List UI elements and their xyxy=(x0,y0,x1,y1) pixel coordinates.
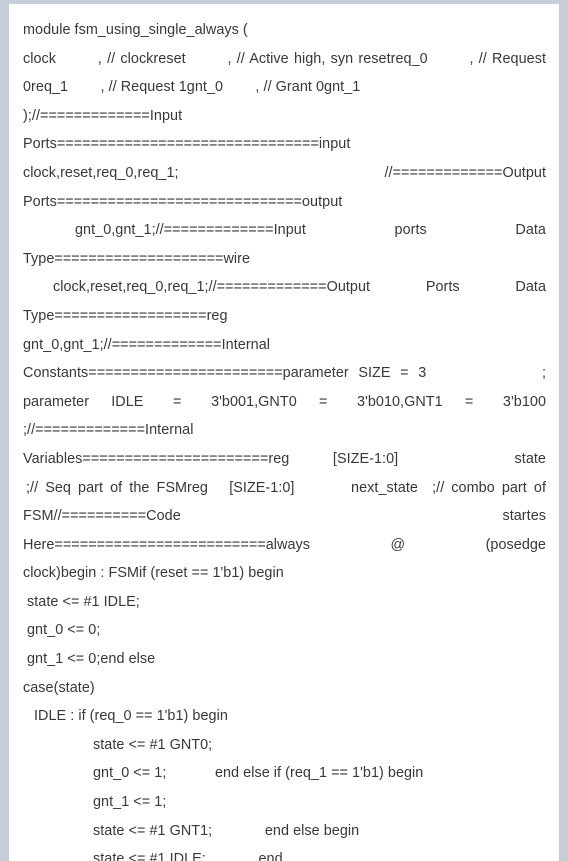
code-line: clock,reset,req_0,req_1;//=============O… xyxy=(53,279,546,296)
code-line: Constants=======================paramete… xyxy=(23,365,546,382)
code-line: gnt_0,gnt_1;//=============Input ports D… xyxy=(75,222,546,239)
code-line: parameter IDLE = 3'b001,GNT0 = 3'b010,GN… xyxy=(23,393,546,410)
code-line: state <= #1 GNT0; xyxy=(93,736,213,753)
code-line: clock , // clockreset , // Active high, … xyxy=(23,50,546,67)
document-page: module fsm_using_single_always ( clock , … xyxy=(9,4,559,861)
code-line: state <= #1 IDLE; xyxy=(27,593,140,610)
code-line: clock,reset,req_0,req_1; //=============… xyxy=(23,164,546,181)
code-line: ;//=============Internal xyxy=(23,422,194,439)
code-line: Variables======================reg [SIZE… xyxy=(23,450,546,467)
code-line: gnt_0,gnt_1;//=============Internal xyxy=(23,336,271,353)
code-line: gnt_0 <= 1; end else if (req_1 == 1'b1) … xyxy=(93,765,424,782)
code-line: Type====================wire xyxy=(23,250,251,267)
document-viewer-frame: module fsm_using_single_always ( clock , … xyxy=(0,0,568,861)
code-line: gnt_1 <= 1; xyxy=(93,794,167,811)
code-line: FSM//==========Code startes xyxy=(23,508,546,525)
code-line: Ports===============================inpu… xyxy=(23,136,351,153)
code-line: module fsm_using_single_always ( xyxy=(23,22,248,38)
code-line: state <= #1 IDLE; end xyxy=(93,851,283,861)
code-line: case(state) xyxy=(23,679,95,696)
code-line: Ports=============================output xyxy=(23,193,343,210)
code-line: 0req_1 , // Request 1gnt_0 , // Grant 0g… xyxy=(23,79,361,96)
code-line: ;// Seq part of the FSMreg [SIZE-1:0] ne… xyxy=(26,479,546,496)
code-line: gnt_0 <= 0; xyxy=(27,622,101,639)
code-line: clock)begin : FSMif (reset == 1'b1) begi… xyxy=(23,565,284,582)
code-line: gnt_1 <= 0;end else xyxy=(27,651,156,668)
verilog-code-listing[interactable]: module fsm_using_single_always ( clock , … xyxy=(23,16,546,861)
code-line: );//=============Input xyxy=(23,107,183,124)
code-line: Here=========================always @ (p… xyxy=(23,536,546,553)
code-line: IDLE : if (req_0 == 1'b1) begin xyxy=(34,708,228,725)
code-line: Type==================reg xyxy=(23,307,228,324)
code-line: state <= #1 GNT1; end else begin xyxy=(93,822,360,839)
